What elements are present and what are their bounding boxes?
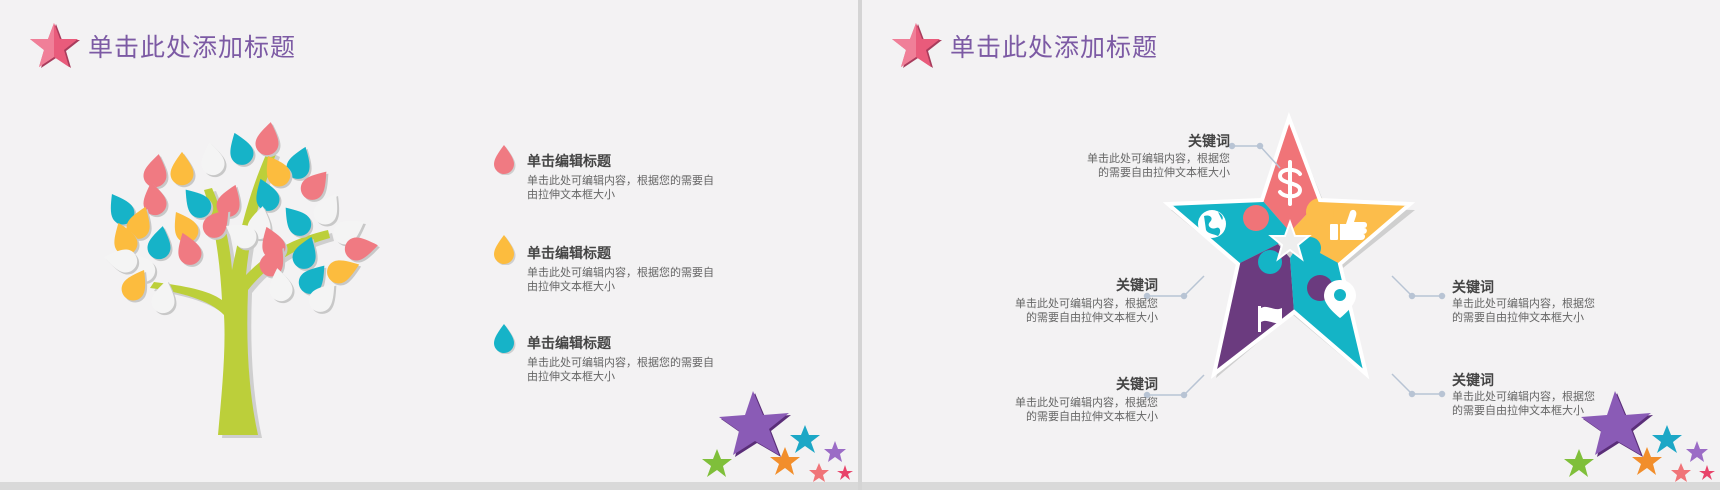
keyword-1-text-line2[interactable]: 的需要自由拉伸文本框大小 — [1098, 166, 1230, 180]
leaf — [276, 200, 316, 241]
keyword-3-text-line1[interactable]: 单击此处可编辑内容，根据您 — [1015, 396, 1158, 410]
item-3-text-line2[interactable]: 由拉伸文本框大小 — [527, 370, 615, 384]
keyword-2-title[interactable]: 关键词 — [1116, 275, 1158, 295]
item-2-text-line1[interactable]: 单击此处可编辑内容，根据您的需要自 — [527, 266, 714, 280]
keyword-3-text-line2[interactable]: 的需要自由拉伸文本框大小 — [1026, 410, 1158, 424]
item-3-title[interactable]: 单击编辑标题 — [527, 333, 611, 353]
keyword-4-text-line2[interactable]: 的需要自由拉伸文本框大小 — [1452, 311, 1584, 325]
keyword-2-text-line2[interactable]: 的需要自由拉伸文本框大小 — [1026, 311, 1158, 325]
item-1-title[interactable]: 单击编辑标题 — [527, 151, 611, 171]
keyword-1-title[interactable]: 关键词 — [1188, 131, 1230, 151]
star-logo-icon — [30, 23, 80, 68]
tree-illustration — [101, 120, 382, 438]
keyword-5-title[interactable]: 关键词 — [1452, 370, 1494, 390]
drop-icon-3 — [494, 324, 516, 354]
item-1-text-line2[interactable]: 由拉伸文本框大小 — [527, 188, 615, 202]
page-title[interactable]: 单击此处添加标题 — [88, 28, 296, 64]
item-2-text-line2[interactable]: 由拉伸文本框大小 — [527, 280, 615, 294]
keyword-3-title[interactable]: 关键词 — [1116, 374, 1158, 394]
slide-1[interactable]: 单击此处添加标题 单击编辑标题 单击此处可编辑内容，根据您的需要自 由拉伸文本框… — [0, 0, 858, 482]
decorative-stars-icon — [1564, 391, 1715, 482]
decorative-stars-icon — [702, 391, 853, 482]
item-2-title[interactable]: 单击编辑标题 — [527, 243, 611, 263]
item-3-text-line1[interactable]: 单击此处可编辑内容，根据您的需要自 — [527, 356, 714, 370]
keyword-4-text-line1[interactable]: 单击此处可编辑内容，根据您 — [1452, 297, 1595, 311]
keyword-4-title[interactable]: 关键词 — [1452, 277, 1494, 297]
slide-2[interactable]: 单击此处添加标题 关键词 单击此处可编辑内容，根据您 的需要自由拉伸文本框大小 … — [862, 0, 1720, 482]
drop-icon-2 — [494, 235, 516, 265]
keyword-2-text-line1[interactable]: 单击此处可编辑内容，根据您 — [1015, 297, 1158, 311]
item-1-text-line1[interactable]: 单击此处可编辑内容，根据您的需要自 — [527, 174, 714, 188]
keyword-1-text-line1[interactable]: 单击此处可编辑内容，根据您 — [1087, 152, 1230, 166]
drop-icon-1 — [494, 145, 516, 175]
leaf — [170, 151, 194, 186]
